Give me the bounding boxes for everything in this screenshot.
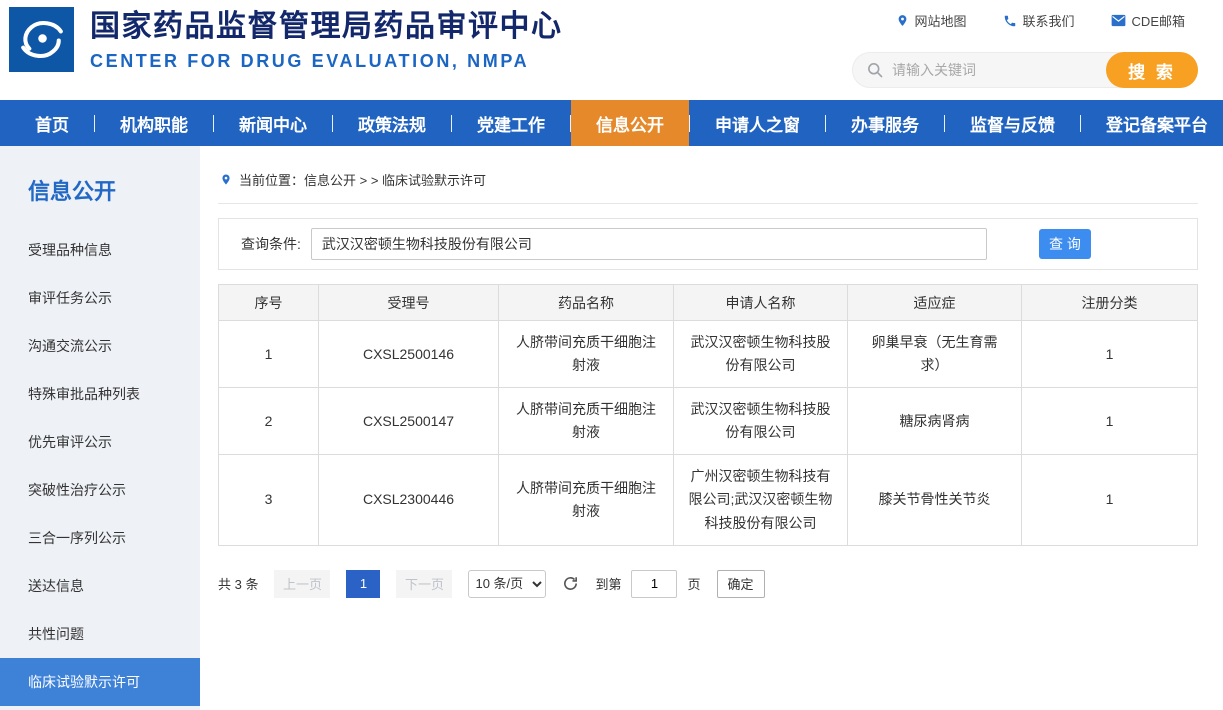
nav-item-news-center[interactable]: 新闻中心: [214, 100, 332, 146]
results-table: 序号 受理号 药品名称 申请人名称 适应症 注册分类 1 CXSL2500146…: [218, 284, 1198, 546]
confirm-button[interactable]: 确定: [717, 570, 765, 598]
column-header-seq: 序号: [219, 285, 319, 321]
cell-acceptance-no: CXSL2500147: [319, 388, 499, 455]
sidebar-item-common-questions[interactable]: 共性问题: [0, 610, 200, 658]
column-header-acceptance-no: 受理号: [319, 285, 499, 321]
prev-page-button[interactable]: 上一页: [274, 570, 330, 598]
page-number-current[interactable]: 1: [346, 570, 380, 598]
table-row: 1 CXSL2500146 人脐带间充质干细胞注射液 武汉汉密顿生物科技股份有限…: [219, 321, 1198, 388]
pagination: 共 3 条 上一页 1 下一页 10 条/页 到第 页 确定: [218, 570, 1198, 598]
quick-link-label: CDE邮箱: [1132, 11, 1185, 30]
column-header-indication: 适应症: [848, 285, 1022, 321]
goto-page-input[interactable]: [631, 570, 677, 598]
cell-seq: 1: [219, 321, 319, 388]
nav-item-supervision-feedback[interactable]: 监督与反馈: [945, 100, 1080, 146]
sidebar-item-three-in-one-sequence[interactable]: 三合一序列公示: [0, 514, 200, 562]
nav-item-party-building[interactable]: 党建工作: [452, 100, 570, 146]
breadcrumb-text: 当前位置：信息公开 > > 临床试验默示许可: [239, 170, 486, 189]
site-header: 国家药品监督管理局药品审评中心 CENTER FOR DRUG EVALUATI…: [0, 0, 1223, 100]
nav-item-institution-functions[interactable]: 机构职能: [95, 100, 213, 146]
link-cde-mail[interactable]: CDE邮箱: [1111, 11, 1185, 30]
cde-logo-icon: [9, 59, 74, 76]
cell-acceptance-no: CXSL2300446: [319, 455, 499, 545]
cell-drug-name: 人脐带间充质干细胞注射液: [499, 455, 674, 545]
main-nav: 首页 机构职能 新闻中心 政策法规 党建工作 信息公开 申请人之窗 办事服务 监…: [0, 100, 1223, 146]
sidebar-item-breakthrough-therapy[interactable]: 突破性治疗公示: [0, 466, 200, 514]
cell-applicant: 广州汉密顿生物科技有限公司;武汉汉密顿生物科技股份有限公司: [674, 455, 848, 545]
link-contact-us[interactable]: 联系我们: [1003, 11, 1075, 30]
column-header-drug-name: 药品名称: [499, 285, 674, 321]
refresh-icon[interactable]: [562, 575, 579, 592]
goto-page-label: 到第: [595, 574, 621, 593]
sidebar-item-communication[interactable]: 沟通交流公示: [0, 322, 200, 370]
query-label: 查询条件:: [241, 234, 301, 254]
sidebar-item-accepted-varieties[interactable]: 受理品种信息: [0, 226, 200, 274]
nav-item-services[interactable]: 办事服务: [826, 100, 944, 146]
cell-drug-name: 人脐带间充质干细胞注射液: [499, 321, 674, 388]
query-button[interactable]: 查 询: [1039, 229, 1091, 259]
phone-icon: [1003, 14, 1017, 28]
search-input[interactable]: [884, 62, 1106, 78]
nav-item-applicant-window[interactable]: 申请人之窗: [690, 100, 825, 146]
cell-seq: 3: [219, 455, 319, 545]
cell-applicant: 武汉汉密顿生物科技股份有限公司: [674, 388, 848, 455]
cell-drug-name: 人脐带间充质干细胞注射液: [499, 388, 674, 455]
sidebar: 信息公开 受理品种信息 审评任务公示 沟通交流公示 特殊审批品种列表 优先审评公…: [0, 146, 200, 710]
next-page-button[interactable]: 下一页: [396, 570, 452, 598]
cell-indication: 卵巢早衰（无生育需求）: [848, 321, 1022, 388]
sidebar-item-priority-review[interactable]: 优先审评公示: [0, 418, 200, 466]
cell-registration-class: 1: [1022, 455, 1198, 545]
quick-link-label: 联系我们: [1023, 11, 1075, 30]
column-header-applicant-name: 申请人名称: [674, 285, 848, 321]
cell-indication: 糖尿病肾病: [848, 388, 1022, 455]
content-panel: 当前位置：信息公开 > > 临床试验默示许可 查询条件: 查 询 序号 受理号 …: [200, 146, 1223, 710]
table-row: 2 CXSL2500147 人脐带间充质干细胞注射液 武汉汉密顿生物科技股份有限…: [219, 388, 1198, 455]
query-panel: 查询条件: 查 询: [218, 218, 1198, 270]
total-count: 共 3 条: [218, 574, 258, 593]
nav-item-registration-platform[interactable]: 登记备案平台: [1081, 100, 1223, 146]
sidebar-title: 信息公开: [0, 146, 200, 226]
column-header-registration-class: 注册分类: [1022, 285, 1198, 321]
site-title: 国家药品监督管理局药品审评中心 CENTER FOR DRUG EVALUATI…: [90, 8, 563, 72]
breadcrumb: 当前位置：信息公开 > > 临床试验默示许可: [218, 162, 1198, 204]
cell-acceptance-no: CXSL2500146: [319, 321, 499, 388]
cell-applicant: 武汉汉密顿生物科技股份有限公司: [674, 321, 848, 388]
site-search: 搜 索: [852, 52, 1198, 88]
nav-item-policies-regulations[interactable]: 政策法规: [333, 100, 451, 146]
sidebar-item-clinical-trial-implied-license[interactable]: 临床试验默示许可: [0, 658, 200, 706]
goto-page-unit: 页: [687, 574, 700, 593]
nav-item-info-disclosure[interactable]: 信息公开: [571, 100, 689, 146]
table-row: 3 CXSL2300446 人脐带间充质干细胞注射液 广州汉密顿生物科技有限公司…: [219, 455, 1198, 545]
header-quick-links: 网站地图 联系我们 CDE邮箱: [896, 11, 1185, 30]
cell-registration-class: 1: [1022, 321, 1198, 388]
sidebar-item-delivery-info[interactable]: 送达信息: [0, 562, 200, 610]
sidebar-item-special-approval-list[interactable]: 特殊审批品种列表: [0, 370, 200, 418]
location-pin-icon: [220, 172, 232, 187]
mail-icon: [1111, 14, 1126, 27]
search-icon: [866, 61, 884, 79]
link-sitemap[interactable]: 网站地图: [896, 11, 967, 30]
table-header-row: 序号 受理号 药品名称 申请人名称 适应症 注册分类: [219, 285, 1198, 321]
nav-item-home[interactable]: 首页: [10, 100, 94, 146]
cell-indication: 膝关节骨性关节炎: [848, 455, 1022, 545]
cde-website: 国家药品监督管理局药品审评中心 CENTER FOR DRUG EVALUATI…: [0, 0, 1223, 710]
map-pin-icon: [896, 13, 909, 28]
cde-logo[interactable]: [9, 7, 74, 72]
site-title-cn: 国家药品监督管理局药品审评中心: [90, 8, 563, 46]
site-title-en: CENTER FOR DRUG EVALUATION, NMPA: [90, 51, 563, 72]
cell-registration-class: 1: [1022, 388, 1198, 455]
cell-seq: 2: [219, 388, 319, 455]
search-button[interactable]: 搜 索: [1106, 52, 1198, 88]
query-input[interactable]: [311, 228, 987, 260]
main-area: 信息公开 受理品种信息 审评任务公示 沟通交流公示 特殊审批品种列表 优先审评公…: [0, 146, 1223, 710]
sidebar-item-review-tasks[interactable]: 审评任务公示: [0, 274, 200, 322]
quick-link-label: 网站地图: [915, 11, 967, 30]
page-size-select[interactable]: 10 条/页: [468, 570, 546, 598]
